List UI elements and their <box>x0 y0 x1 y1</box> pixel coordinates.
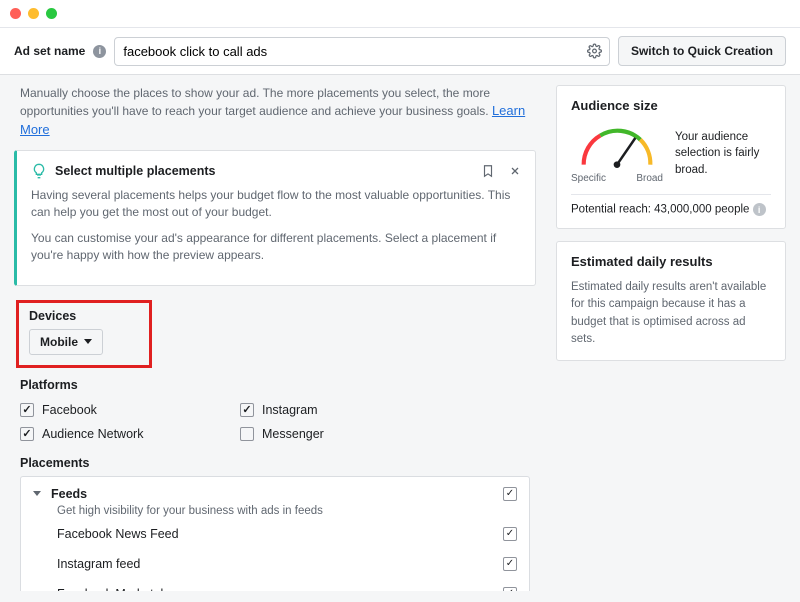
chevron-down-icon <box>33 491 41 496</box>
lightbulb-icon <box>31 163 47 179</box>
checkbox-icon <box>20 403 34 417</box>
placement-facebook-marketplace[interactable]: Facebook Marketplace <box>57 587 517 591</box>
placement-instagram-feed[interactable]: Instagram feed <box>57 557 517 571</box>
daily-results-card: Estimated daily results Estimated daily … <box>556 241 786 361</box>
checkbox-icon <box>503 527 517 541</box>
platform-messenger[interactable]: Messenger <box>240 427 400 441</box>
close-icon[interactable] <box>509 165 521 177</box>
platform-name: Facebook <box>42 403 97 417</box>
tip-card: Select multiple placements Having severa… <box>14 150 536 286</box>
platforms-list: Facebook Instagram Audience Network Mess… <box>14 398 536 446</box>
bookmark-icon[interactable] <box>481 164 495 178</box>
ad-set-name-label: Ad set name <box>14 44 85 58</box>
tip-paragraph-2: You can customise your ad's appearance f… <box>31 230 521 265</box>
ad-set-name-input-wrap <box>114 37 610 66</box>
reach-label: Potential reach: <box>571 204 651 216</box>
feeds-subtitle: Get high visibility for your business wi… <box>57 505 517 517</box>
gauge-label-specific: Specific <box>571 173 606 184</box>
content-area: Manually choose the places to show your … <box>0 75 800 601</box>
devices-label: Devices <box>29 309 139 323</box>
placements-intro-text: Manually choose the places to show your … <box>20 85 536 140</box>
info-icon[interactable]: i <box>753 203 766 216</box>
tip-paragraph-1: Having several placements helps your bud… <box>31 187 521 222</box>
placements-label: Placements <box>20 456 536 470</box>
checkbox-icon <box>503 557 517 571</box>
audience-size-card: Audience size Specific Bro <box>556 85 786 229</box>
traffic-light-close[interactable] <box>10 8 21 19</box>
checkbox-icon <box>20 427 34 441</box>
checkbox-icon <box>240 427 254 441</box>
gear-icon[interactable] <box>587 44 602 59</box>
devices-dropdown[interactable]: Mobile <box>29 329 103 355</box>
platforms-label: Platforms <box>20 378 536 392</box>
audience-gauge: Specific Broad <box>571 123 663 184</box>
checkbox-icon <box>503 587 517 591</box>
potential-reach: Potential reach: 43,000,000 people i <box>571 203 771 216</box>
audience-size-title: Audience size <box>571 98 771 113</box>
traffic-light-zoom[interactable] <box>46 8 57 19</box>
gauge-label-broad: Broad <box>636 173 663 184</box>
placement-facebook-news-feed[interactable]: Facebook News Feed <box>57 527 517 541</box>
header-bar: Ad set name i Switch to Quick Creation <box>0 28 800 75</box>
intro-copy: Manually choose the places to show your … <box>20 86 490 118</box>
daily-results-body: Estimated daily results aren't available… <box>571 279 771 348</box>
platform-name: Messenger <box>262 427 324 441</box>
feeds-title: Feeds <box>51 487 493 501</box>
platform-instagram[interactable]: Instagram <box>240 403 400 417</box>
platform-name: Audience Network <box>42 427 143 441</box>
feeds-group-checkbox[interactable] <box>503 487 517 501</box>
tip-title: Select multiple placements <box>55 164 473 178</box>
platform-facebook[interactable]: Facebook <box>20 403 180 417</box>
chevron-down-icon <box>84 339 92 344</box>
feeds-group-header[interactable]: Feeds <box>33 487 517 501</box>
devices-value: Mobile <box>40 335 78 349</box>
reach-value: 43,000,000 people <box>654 204 749 216</box>
platform-audience-network[interactable]: Audience Network <box>20 427 180 441</box>
right-column: Audience size Specific Bro <box>556 85 786 591</box>
checkbox-icon <box>240 403 254 417</box>
traffic-light-minimize[interactable] <box>28 8 39 19</box>
info-icon[interactable]: i <box>93 45 106 58</box>
devices-section-highlight: Devices Mobile <box>16 300 152 368</box>
left-column: Manually choose the places to show your … <box>14 85 540 591</box>
window-chrome <box>0 0 800 28</box>
platform-name: Instagram <box>262 403 318 417</box>
placements-group: Feeds Get high visibility for your busin… <box>20 476 530 591</box>
daily-results-title: Estimated daily results <box>571 254 771 269</box>
audience-description: Your audience selection is fairly broad. <box>675 129 771 177</box>
switch-quick-creation-button[interactable]: Switch to Quick Creation <box>618 36 786 66</box>
ad-set-name-input[interactable] <box>114 37 610 66</box>
